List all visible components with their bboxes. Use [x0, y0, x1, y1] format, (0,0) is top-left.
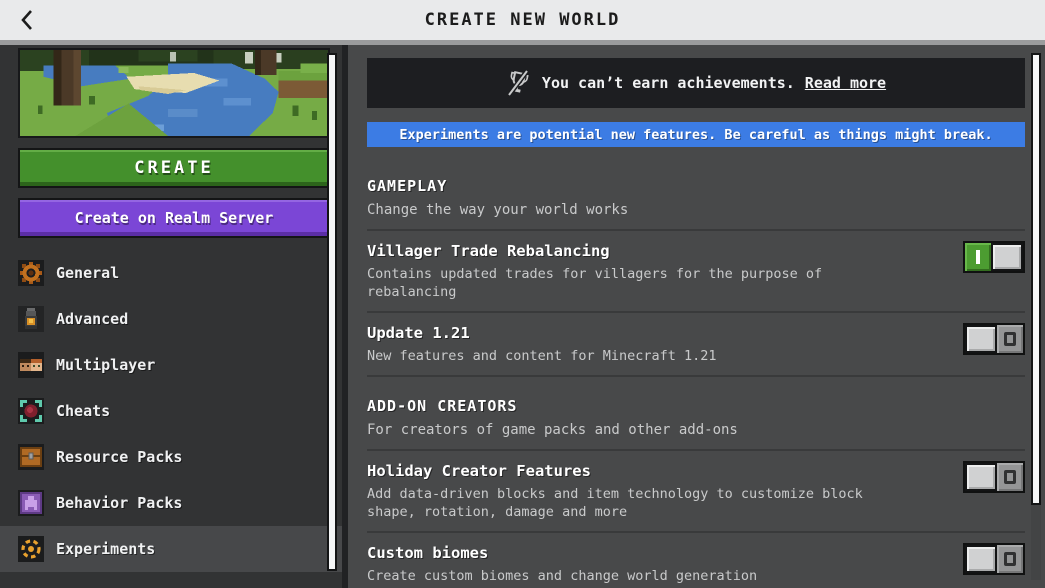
toggle-knob — [965, 325, 997, 353]
sidebar-item-advanced[interactable]: Advanced — [0, 296, 342, 342]
toggle-knob — [991, 243, 1023, 271]
sidebar: CREATE Create on Realm Server General Ad… — [0, 45, 348, 588]
sidebar-item-label: Cheats — [56, 402, 111, 420]
sidebar-nav: General Advanced Multiplayer Cheats Reso… — [0, 250, 342, 572]
section-title: GAMEPLAY — [367, 177, 448, 195]
section-header-add-on-creators: ADD-ON CREATORS For creators of game pac… — [367, 375, 1025, 449]
toggle-off-segment — [996, 463, 1023, 491]
toggle-villager-trade-rebalancing[interactable] — [963, 241, 1025, 273]
section-title: ADD-ON CREATORS — [367, 397, 518, 415]
setting-update-1-21: Update 1.21 New features and content for… — [367, 311, 1025, 375]
sidebar-item-resource-packs[interactable]: Resource Packs — [0, 434, 342, 480]
sidebar-item-behavior-packs[interactable]: Behavior Packs — [0, 480, 342, 526]
setting-custom-biomes: Custom biomes Create custom biomes and c… — [367, 531, 1025, 588]
read-more-link[interactable]: Read more — [805, 74, 886, 92]
setting-description: Contains updated trades for villagers fo… — [367, 266, 823, 300]
section-subtitle: For creators of game packs and other add… — [367, 422, 738, 438]
sidebar-item-label: General — [56, 264, 120, 282]
create-button[interactable]: CREATE — [18, 148, 330, 188]
players-icon — [18, 352, 44, 378]
chest-icon — [18, 444, 44, 470]
sidebar-item-label: Resource Packs — [56, 448, 183, 466]
sidebar-item-label: Experiments — [56, 540, 156, 558]
achievement-warning-text: You can’t earn achievements. — [541, 74, 795, 92]
back-button[interactable] — [12, 6, 42, 34]
setting-description: New features and content for Minecraft 1… — [367, 348, 717, 364]
toggle-knob — [965, 463, 997, 491]
toggle-on-segment — [965, 243, 992, 271]
setting-title: Villager Trade Rebalancing — [367, 242, 610, 260]
setting-villager-trade-rebalancing: Villager Trade Rebalancing Contains upda… — [367, 229, 1025, 311]
world-preview-image — [18, 48, 330, 138]
experiments-icon — [18, 536, 44, 562]
experiments-panel: You can’t earn achievements. Read more E… — [348, 45, 1045, 588]
toggle-custom-biomes[interactable] — [963, 543, 1025, 575]
setting-description: Add data-driven blocks and item technolo… — [367, 486, 863, 520]
toggle-off-segment — [996, 325, 1023, 353]
sidebar-item-multiplayer[interactable]: Multiplayer — [0, 342, 342, 388]
setting-holiday-creator-features: Holiday Creator Features Add data-driven… — [367, 449, 1025, 531]
page-title: CREATE NEW WORLD — [424, 10, 621, 30]
main-scrollbar[interactable] — [1031, 53, 1041, 505]
setting-description: Create custom biomes and change world ge… — [367, 568, 758, 584]
toggle-off-segment — [996, 545, 1023, 573]
sidebar-item-label: Behavior Packs — [56, 494, 183, 512]
behavior-pack-icon — [18, 490, 44, 516]
back-chevron-icon — [21, 10, 32, 30]
sidebar-scrollbar[interactable] — [327, 53, 337, 571]
sidebar-item-experiments[interactable]: Experiments — [0, 526, 342, 572]
settings-list: GAMEPLAY Change the way your world works… — [367, 147, 1025, 588]
toggle-holiday-creator-features[interactable] — [963, 461, 1025, 493]
sidebar-item-general[interactable]: General — [0, 250, 342, 296]
create-on-realm-button[interactable]: Create on Realm Server — [18, 198, 330, 238]
setting-title: Holiday Creator Features — [367, 462, 591, 480]
top-bar: CREATE NEW WORLD — [0, 0, 1045, 40]
sidebar-item-label: Multiplayer — [56, 356, 156, 374]
achievement-warning-banner: You can’t earn achievements. Read more — [367, 58, 1025, 108]
achievement-disabled-icon — [506, 69, 529, 97]
lantern-icon — [18, 306, 44, 332]
sidebar-item-label: Advanced — [56, 310, 129, 328]
realm-button-label: Create on Realm Server — [74, 209, 274, 227]
command-block-icon — [18, 398, 44, 424]
create-button-label: CREATE — [134, 158, 214, 178]
toggle-update-1-21[interactable] — [963, 323, 1025, 355]
setting-title: Update 1.21 — [367, 324, 470, 342]
setting-title: Custom biomes — [367, 544, 489, 562]
section-header-gameplay: GAMEPLAY Change the way your world works — [367, 147, 1025, 229]
experiments-info-banner: Experiments are potential new features. … — [367, 122, 1025, 147]
toggle-knob — [965, 545, 997, 573]
section-subtitle: Change the way your world works — [367, 202, 629, 218]
gear-icon — [18, 260, 44, 286]
sidebar-item-cheats[interactable]: Cheats — [0, 388, 342, 434]
